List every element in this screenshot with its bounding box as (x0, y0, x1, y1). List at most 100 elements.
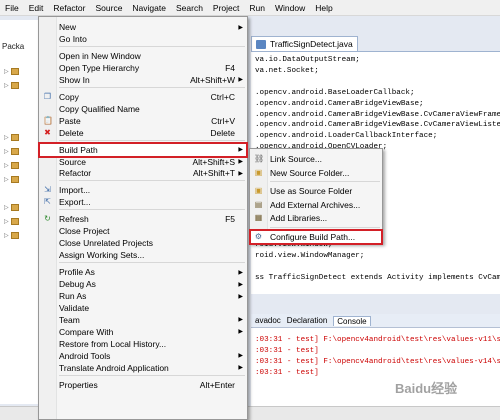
project-icon (10, 134, 19, 141)
main-menubar: File Edit Refactor Source Navigate Search Proj… (0, 0, 500, 16)
menu-item-shortcut: Ctrl+C (210, 91, 235, 102)
menu-item-shortcut: F5 (225, 214, 235, 225)
views-tabbar: avadoc Declaration Console (251, 314, 500, 328)
menu-item-translate-android-application[interactable]: Translate Android Application ▶ (39, 361, 247, 375)
folder-icon: ▣ (254, 167, 263, 177)
menu-item-go-into[interactable]: Go Into (39, 32, 247, 46)
project-icon (10, 218, 19, 225)
menu-item-add-external-archives[interactable]: ▤ Add External Archives... (250, 198, 382, 212)
menu-separator (270, 226, 380, 228)
menu-separator (59, 45, 245, 47)
tree-item[interactable]: ▷ (4, 132, 36, 143)
code-line: .opencv.android.BaseLoaderCallback; (255, 88, 415, 97)
menu-window[interactable]: Window (270, 0, 310, 16)
java-file-icon (256, 40, 266, 49)
editor-tab[interactable]: TrafficSignDetect.java (251, 36, 358, 51)
menu-item-shortcut: Alt+Enter (199, 379, 235, 390)
menu-edit[interactable]: Edit (24, 0, 49, 16)
menu-item-label: New (59, 22, 77, 32)
menu-navigate[interactable]: Navigate (127, 0, 171, 16)
watermark: Baidu经验 (395, 381, 458, 396)
menu-separator (59, 374, 245, 376)
submenu-arrow-icon: ▶ (238, 353, 243, 360)
menu-item-label: Export... (59, 197, 91, 208)
menu-item-label: Copy Qualified Name (59, 103, 140, 114)
menu-item-link-source[interactable]: ⛓ Link Source... (250, 152, 382, 166)
refresh-icon: ↻ (44, 214, 51, 224)
menu-item-label: Compare With (59, 326, 114, 337)
tree-item[interactable]: ▷ (4, 202, 36, 213)
context-menu: New ▶ Go Into Open in New Window Open Type H… (38, 16, 248, 420)
menu-item-label: Open Type Hierarchy (59, 62, 140, 73)
tab-declaration[interactable]: Declaration (287, 316, 327, 325)
menu-item-label: Restore from Local History... (59, 338, 167, 349)
code-line: .opencv.android.CameraBridgeViewBase; (255, 99, 424, 108)
menu-item-add-libraries[interactable]: ▦ Add Libraries... (250, 211, 382, 225)
menu-item-configure-build-path[interactable]: ⚙ Configure Build Path... (249, 228, 383, 245)
tree-item[interactable]: ▷ (4, 66, 36, 77)
package-explorer-tab[interactable]: Packa (2, 42, 24, 56)
menu-item-label: Source (59, 156, 86, 167)
menu-item-label: Show In (59, 74, 90, 85)
menu-file[interactable]: File (0, 0, 24, 16)
menu-item-properties[interactable]: Properties Alt+Enter (39, 378, 247, 392)
menu-item-show-in[interactable]: Show In Alt+Shift+W ▶ (39, 73, 247, 87)
delete-icon: ✖ (44, 127, 51, 137)
code-line: va.io.DataOutputStream; (255, 56, 360, 64)
export-icon: ⇱ (44, 197, 51, 207)
menu-item-label: Team (59, 314, 80, 325)
project-icon (10, 148, 19, 155)
menu-item-label: Translate Android Application (59, 362, 169, 373)
import-icon: ⇲ (44, 185, 51, 195)
tree-item[interactable]: ▷ (4, 216, 36, 227)
submenu-arrow-icon: ▶ (238, 159, 243, 165)
submenu-arrow-icon: ▶ (238, 170, 243, 177)
menu-run[interactable]: Run (244, 0, 270, 16)
menu-item-label: Import... (59, 185, 91, 196)
menu-item-label: Add External Archives... (270, 199, 361, 210)
menu-item-label: Go Into (59, 33, 87, 44)
paste-icon: 📋 (43, 115, 53, 125)
menu-item-export[interactable]: ⇱ Export... (39, 195, 247, 209)
menu-item-label: Validate (59, 302, 90, 313)
menu-item-label: Copy (59, 91, 79, 102)
tab-javadoc[interactable]: avadoc (255, 316, 281, 325)
menu-item-assign-working-sets[interactable]: Assign Working Sets... (39, 248, 247, 262)
submenu-arrow-icon: ▶ (238, 281, 243, 288)
menu-refactor[interactable]: Refactor (48, 0, 90, 16)
link-icon: ⛓ (254, 154, 265, 163)
menu-item-label: Close Project (59, 226, 110, 237)
tree-item[interactable]: ▷ (4, 160, 36, 171)
menu-item-label: Link Source... (270, 154, 322, 164)
menu-help[interactable]: Help (310, 0, 337, 16)
menu-search[interactable]: Search (171, 0, 208, 16)
copy-icon: ❐ (43, 91, 52, 101)
menu-item-use-as-source-folder[interactable]: ▣ Use as Source Folder (250, 184, 382, 198)
console-line: :03:31 - test] (255, 347, 319, 355)
submenu-arrow-icon: ▶ (238, 269, 243, 276)
editor-tab-label: TrafficSignDetect.java (270, 39, 353, 49)
submenu-arrow-icon: ▶ (238, 317, 243, 324)
menu-item-label: Profile As (59, 267, 95, 278)
menu-item-shortcut: Alt+Shift+T (192, 168, 235, 179)
menu-item-new-source-folder[interactable]: ▣ New Source Folder... (250, 166, 382, 180)
menu-source[interactable]: Source (90, 0, 127, 16)
tree-item[interactable]: ▷ (4, 146, 36, 157)
tree-item[interactable]: ▷ (4, 230, 36, 241)
tree-item[interactable]: ▷ (4, 80, 36, 91)
menu-item-refactor[interactable]: Refactor Alt+Shift+T ▶ (39, 166, 247, 180)
jar-icon: ▤ (254, 199, 263, 209)
tab-console[interactable]: Console (333, 315, 371, 326)
menu-separator (270, 181, 380, 182)
menu-item-label: Add Libraries... (270, 213, 328, 223)
menu-item-shortcut: Alt+Shift+S (192, 156, 235, 167)
menu-project[interactable]: Project (208, 0, 244, 16)
menu-item-label: Run As (59, 291, 87, 301)
menu-separator (59, 86, 245, 88)
menu-item-label: Paste (59, 115, 81, 126)
menu-separator (59, 262, 245, 264)
tree-item[interactable]: ▷ (4, 174, 36, 185)
menu-item-delete[interactable]: ✖ Delete Delete (39, 126, 247, 140)
menu-separator (59, 139, 245, 141)
menu-item-label: Assign Working Sets... (59, 250, 145, 261)
